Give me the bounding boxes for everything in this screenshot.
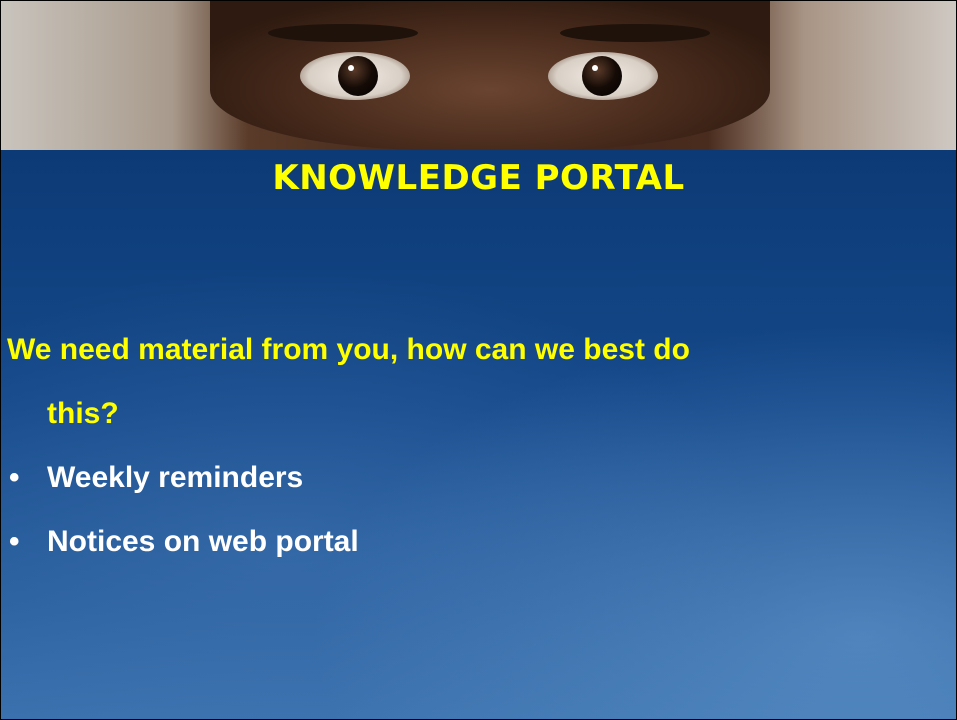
bullet-text: Weekly reminders — [47, 461, 304, 494]
header-photo — [0, 0, 957, 150]
right-eyebrow — [560, 24, 710, 42]
question-text: We need material from you, how can we be… — [7, 318, 907, 446]
bullet-dot-icon: • — [9, 525, 20, 558]
left-eye — [300, 52, 410, 100]
right-eye — [548, 52, 658, 100]
bullet-list: • Weekly reminders • Notices on web port… — [7, 446, 359, 574]
right-iris — [582, 56, 622, 96]
left-iris — [338, 56, 378, 96]
face-skin — [210, 0, 770, 150]
slide: KNOWLEDGE PORTAL We need material from y… — [0, 0, 957, 720]
left-eyebrow — [268, 24, 418, 42]
bullet-dot-icon: • — [9, 461, 20, 494]
bullet-item-notices: • Notices on web portal — [7, 510, 359, 574]
question-line-1: We need material from you, how can we be… — [7, 333, 690, 366]
question-line-2: this? — [47, 397, 119, 430]
slide-title: KNOWLEDGE PORTAL — [272, 158, 685, 198]
bullet-item-weekly-reminders: • Weekly reminders — [7, 446, 359, 510]
bullet-text: Notices on web portal — [47, 525, 359, 558]
